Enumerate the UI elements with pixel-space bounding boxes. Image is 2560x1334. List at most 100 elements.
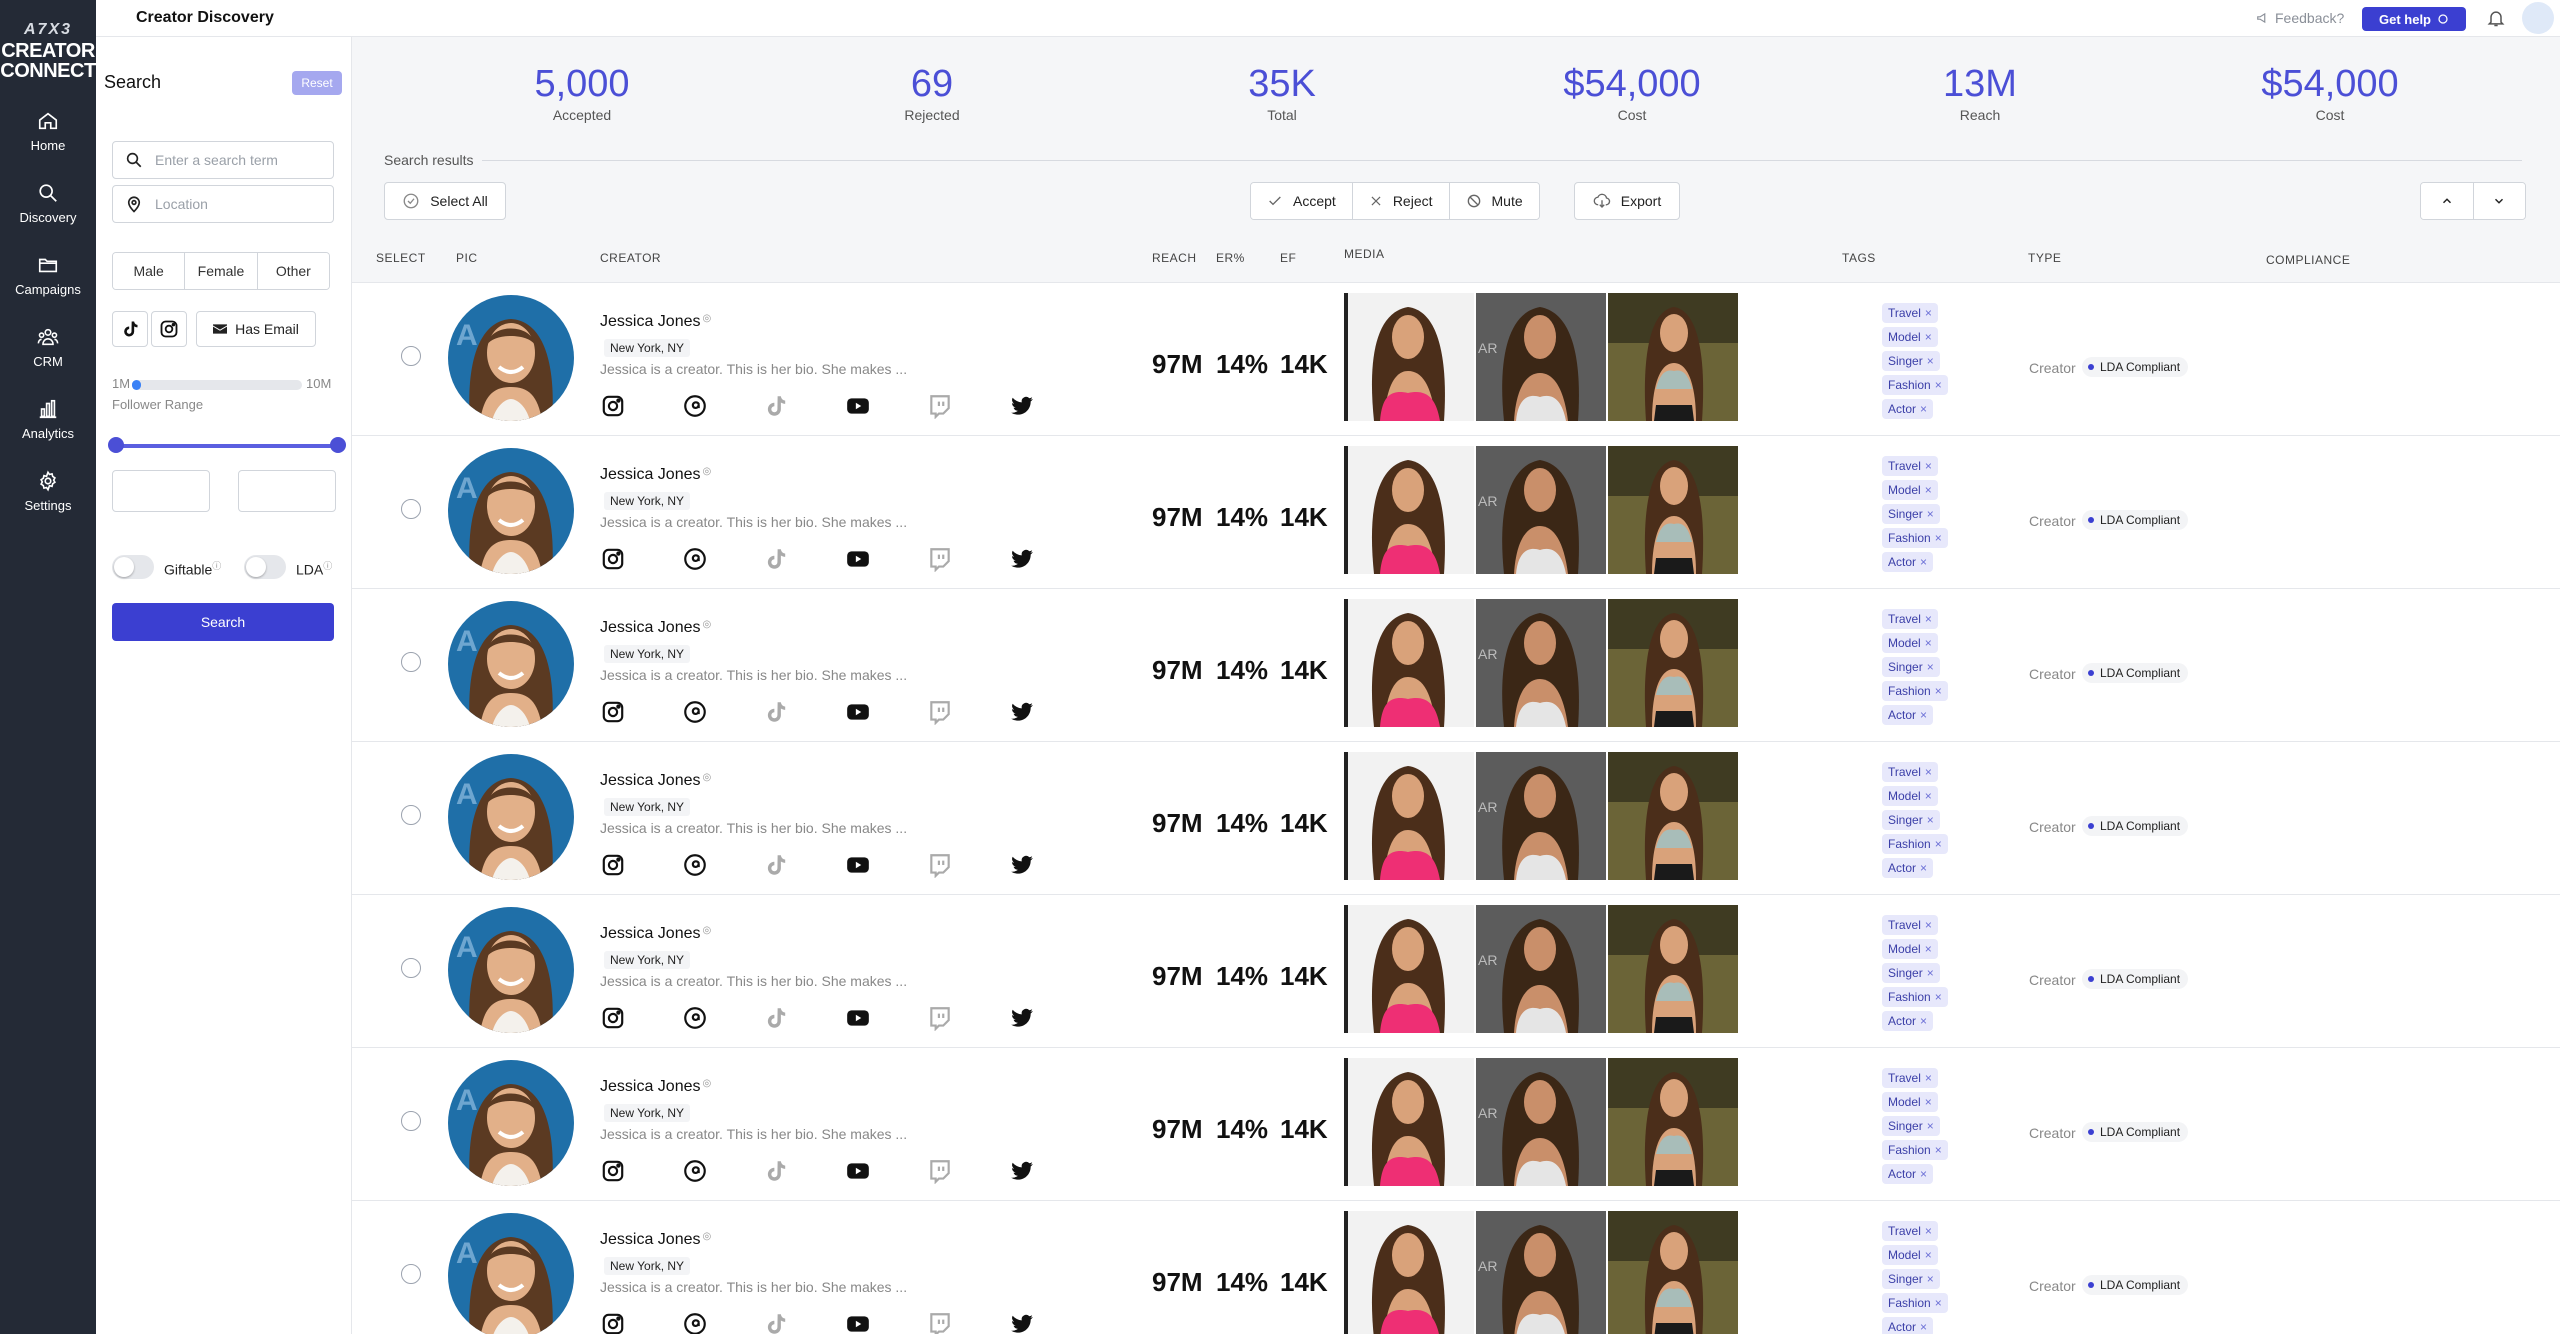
location-input[interactable] [155, 196, 315, 212]
table-row[interactable]: A Jessica Jones ◎ New York, NY Jessica is… [352, 742, 2560, 895]
instagram-icon[interactable] [600, 1311, 626, 1334]
instagram-icon[interactable] [600, 393, 626, 419]
remove-tag-icon[interactable]: × [1925, 942, 1932, 956]
tiktok-icon[interactable] [763, 852, 789, 878]
threads-icon[interactable] [682, 699, 708, 725]
creator-avatar[interactable]: A [448, 448, 574, 574]
remove-tag-icon[interactable]: × [1925, 1071, 1932, 1085]
giftable-toggle[interactable] [112, 555, 154, 579]
threads-icon[interactable] [682, 1005, 708, 1031]
twitch-icon[interactable] [927, 852, 953, 878]
tiktok-icon[interactable] [763, 546, 789, 572]
get-help-button[interactable]: Get help [2362, 7, 2466, 31]
row-select-radio[interactable] [401, 1264, 421, 1284]
nav-item-crm[interactable]: CRM [0, 326, 96, 369]
nav-item-home[interactable]: Home [0, 110, 96, 153]
table-row[interactable]: A Jessica Jones ◎ New York, NY Jessica is… [352, 283, 2560, 436]
instagram-icon[interactable] [600, 699, 626, 725]
media-thumbnail[interactable]: AR [1476, 1058, 1606, 1186]
remove-tag-icon[interactable]: × [1925, 918, 1932, 932]
remove-tag-icon[interactable]: × [1935, 684, 1942, 698]
gender-female-button[interactable]: Female [185, 253, 258, 289]
tiktok-icon[interactable] [763, 699, 789, 725]
nav-item-settings[interactable]: Settings [0, 470, 96, 513]
search-field[interactable] [112, 141, 334, 179]
table-row[interactable]: A Jessica Jones ◎ New York, NY Jessica is… [352, 1201, 2560, 1334]
remove-tag-icon[interactable]: × [1925, 612, 1932, 626]
media-thumbnail[interactable]: AR [1476, 752, 1606, 880]
remove-tag-icon[interactable]: × [1925, 789, 1932, 803]
media-thumbnail[interactable] [1608, 1211, 1738, 1334]
accept-button[interactable]: Accept [1251, 183, 1353, 219]
twitch-icon[interactable] [927, 1005, 953, 1031]
media-thumbnail[interactable] [1344, 752, 1474, 880]
remove-tag-icon[interactable]: × [1935, 378, 1942, 392]
youtube-icon[interactable] [845, 546, 871, 572]
location-field[interactable] [112, 185, 334, 223]
remove-tag-icon[interactable]: × [1925, 1224, 1932, 1238]
table-row[interactable]: A Jessica Jones ◎ New York, NY Jessica is… [352, 436, 2560, 589]
creator-name[interactable]: Jessica Jones ◎ [600, 1231, 711, 1249]
remove-tag-icon[interactable]: × [1935, 1143, 1942, 1157]
search-input[interactable] [155, 152, 315, 168]
media-thumbnail[interactable] [1608, 1058, 1738, 1186]
remove-tag-icon[interactable]: × [1920, 1320, 1927, 1334]
media-thumbnail[interactable]: AR [1476, 293, 1606, 421]
creator-avatar[interactable]: A [448, 1213, 574, 1334]
media-thumbnail[interactable] [1344, 905, 1474, 1033]
feedback-link[interactable]: Feedback? [2256, 10, 2344, 26]
creator-name[interactable]: Jessica Jones ◎ [600, 466, 711, 484]
remove-tag-icon[interactable]: × [1920, 1167, 1927, 1181]
twitch-icon[interactable] [927, 393, 953, 419]
app-logo[interactable]: A7X3 CREATOR CONNECT [0, 22, 96, 82]
reset-button[interactable]: Reset [292, 71, 342, 95]
remove-tag-icon[interactable]: × [1925, 330, 1932, 344]
gender-other-button[interactable]: Other [257, 253, 329, 289]
row-select-radio[interactable] [401, 958, 421, 978]
media-thumbnail[interactable] [1344, 446, 1474, 574]
notifications-bell-icon[interactable] [2486, 8, 2506, 28]
threads-icon[interactable] [682, 852, 708, 878]
twitter-icon[interactable] [1009, 1005, 1035, 1031]
media-thumbnail[interactable] [1344, 1211, 1474, 1334]
instagram-icon[interactable] [600, 546, 626, 572]
remove-tag-icon[interactable]: × [1927, 1272, 1934, 1286]
nav-item-discovery[interactable]: Discovery [0, 182, 96, 225]
row-select-radio[interactable] [401, 805, 421, 825]
creator-name[interactable]: Jessica Jones ◎ [600, 1078, 711, 1096]
media-thumbnail[interactable] [1344, 599, 1474, 727]
twitch-icon[interactable] [927, 546, 953, 572]
remove-tag-icon[interactable]: × [1925, 483, 1932, 497]
threads-icon[interactable] [682, 546, 708, 572]
threads-icon[interactable] [682, 1311, 708, 1334]
twitter-icon[interactable] [1009, 1158, 1035, 1184]
twitch-icon[interactable] [927, 1158, 953, 1184]
nav-item-campaigns[interactable]: Campaigns [0, 254, 96, 297]
media-thumbnail[interactable] [1608, 446, 1738, 574]
creator-name[interactable]: Jessica Jones ◎ [600, 772, 711, 790]
remove-tag-icon[interactable]: × [1935, 990, 1942, 1004]
youtube-icon[interactable] [845, 1311, 871, 1334]
media-thumbnail[interactable]: AR [1476, 446, 1606, 574]
follower-range-track[interactable] [132, 380, 302, 390]
tiktok-icon[interactable] [763, 1005, 789, 1031]
remove-tag-icon[interactable]: × [1927, 354, 1934, 368]
media-thumbnail[interactable]: AR [1476, 1211, 1606, 1334]
youtube-icon[interactable] [845, 393, 871, 419]
youtube-icon[interactable] [845, 1158, 871, 1184]
lda-toggle[interactable] [244, 555, 286, 579]
table-row[interactable]: A Jessica Jones ◎ New York, NY Jessica is… [352, 589, 2560, 742]
remove-tag-icon[interactable]: × [1935, 1296, 1942, 1310]
remove-tag-icon[interactable]: × [1920, 1014, 1927, 1028]
creator-avatar[interactable]: A [448, 754, 574, 880]
creator-name[interactable]: Jessica Jones ◎ [600, 313, 711, 331]
reject-button[interactable]: Reject [1352, 183, 1450, 219]
twitter-icon[interactable] [1009, 852, 1035, 878]
instagram-icon[interactable] [600, 1158, 626, 1184]
twitch-icon[interactable] [927, 1311, 953, 1334]
tiktok-icon[interactable] [763, 393, 789, 419]
table-row[interactable]: A Jessica Jones ◎ New York, NY Jessica is… [352, 895, 2560, 1048]
youtube-icon[interactable] [845, 699, 871, 725]
next-button[interactable] [2473, 183, 2525, 219]
twitter-icon[interactable] [1009, 546, 1035, 572]
